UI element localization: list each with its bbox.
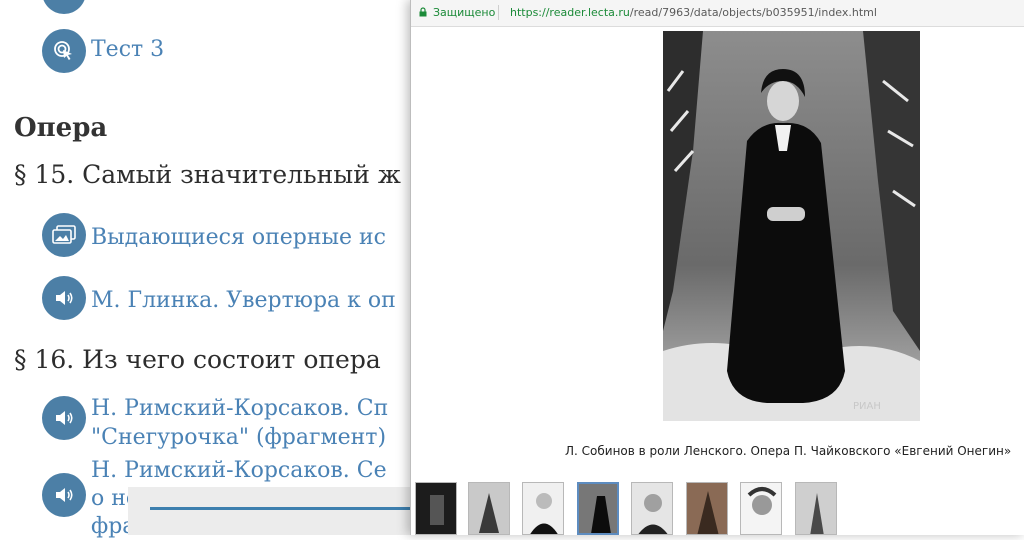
audio-speaker-icon[interactable] <box>42 396 86 440</box>
thumbnail[interactable] <box>415 482 457 535</box>
image-viewer-popup: Защищено https://reader.lecta.ru/read/79… <box>410 0 1024 535</box>
main-photo: РИАН <box>663 31 920 421</box>
url-path: /read/7963/data/objects/b035951/index.ht… <box>629 6 877 19</box>
audio-progress-line[interactable] <box>150 507 412 510</box>
thumbnail[interactable] <box>795 482 837 535</box>
photo-caption: Л. Собинов в роли Ленского. Опера П. Чай… <box>565 444 1012 458</box>
thumbnail[interactable] <box>522 482 564 535</box>
lock-icon <box>419 7 427 17</box>
audio-speaker-icon[interactable] <box>42 473 86 517</box>
watermark-text: РИАН <box>853 401 881 412</box>
audio-speaker-icon[interactable] <box>42 276 86 320</box>
singers-gallery-link[interactable]: Выдающиеся оперные ис <box>91 225 386 251</box>
rimsky-snegurochka-link-line2[interactable]: "Снегурочка" (фрагмент) <box>91 425 386 451</box>
test-cursor-icon[interactable] <box>42 29 86 73</box>
glinka-overture-link[interactable]: М. Глинка. Увертюра к оп <box>91 288 396 314</box>
url-host: https://reader.lecta.ru <box>510 6 630 19</box>
audio-player-bar[interactable] <box>128 487 418 535</box>
rimsky-second-link[interactable]: Н. Римский-Корсаков. Се <box>91 458 387 484</box>
gallery-icon[interactable] <box>42 213 86 257</box>
thumbnail[interactable] <box>740 482 782 535</box>
rimsky-snegurochka-link[interactable]: Н. Римский-Корсаков. Сп <box>91 396 388 422</box>
secure-label: Защищено <box>433 6 496 19</box>
address-bar[interactable]: Защищено https://reader.lecta.ru/read/79… <box>411 0 1024 27</box>
thumbnail[interactable] <box>631 482 673 535</box>
address-separator <box>498 5 499 20</box>
section-15-heading[interactable]: § 15. Самый значительный ж <box>14 160 401 189</box>
page-url[interactable]: https://reader.lecta.ru/read/7963/data/o… <box>510 6 877 19</box>
thumbnail-active[interactable] <box>577 482 619 535</box>
section-16-heading[interactable]: § 16. Из чего состоит опера <box>14 345 381 374</box>
test-3-link[interactable]: Тест 3 <box>91 37 164 63</box>
thumbnail[interactable] <box>468 482 510 535</box>
partial-top-icon-button[interactable] <box>42 0 86 14</box>
thumbnail[interactable] <box>686 482 728 535</box>
opera-heading: Опера <box>14 113 108 143</box>
